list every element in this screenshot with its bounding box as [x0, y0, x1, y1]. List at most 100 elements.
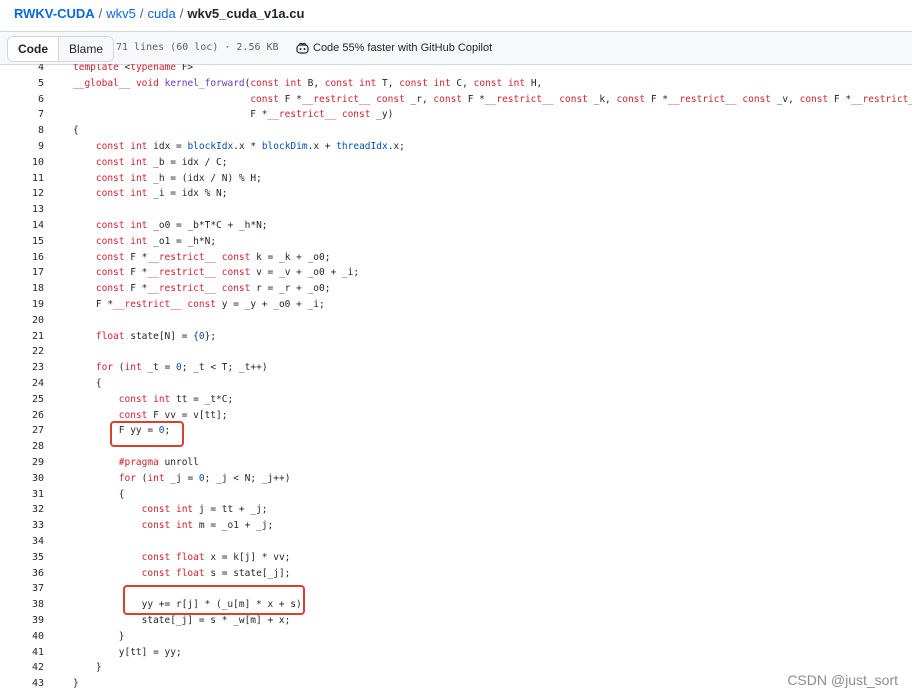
- line-number[interactable]: 11: [0, 171, 44, 187]
- line-number[interactable]: 17: [0, 265, 44, 281]
- line-number[interactable]: 21: [0, 329, 44, 345]
- code-line: 14 const int _o0 = _b*T*C + _h*N;: [0, 218, 912, 234]
- code-text: const F *__restrict__ const k = _k + _o0…: [95, 251, 331, 263]
- code-line: 12 const int _i = idx % N;: [0, 186, 912, 202]
- code-line: 40 }: [0, 629, 912, 645]
- breadcrumb-separator: /: [98, 6, 103, 21]
- line-number[interactable]: 9: [0, 139, 44, 155]
- line-number[interactable]: 18: [0, 281, 44, 297]
- code-line: 17 const F *__restrict__ const v = _v + …: [0, 265, 912, 281]
- code-text: const int _o1 = _h*N;: [95, 235, 217, 247]
- code-text: for (int _j = 0; _j < N; _j++): [118, 472, 291, 484]
- line-number[interactable]: 29: [0, 455, 44, 471]
- code-text: const int j = tt + _j;: [141, 504, 268, 516]
- tab-blame[interactable]: Blame: [59, 37, 114, 61]
- code-text: y[tt] = yy;: [73, 646, 182, 658]
- line-number[interactable]: 5: [0, 76, 44, 92]
- code-line: 23 for (int _t = 0; _t < T; _t++): [0, 360, 912, 376]
- copilot-icon: [296, 42, 309, 54]
- line-number[interactable]: 37: [0, 581, 44, 597]
- code-text: F *__restrict__ const y = _y + _o0 + _i;: [73, 299, 325, 310]
- line-number[interactable]: 25: [0, 392, 44, 408]
- code-line: 29 #pragma unroll: [0, 455, 912, 471]
- line-number[interactable]: 38: [0, 597, 44, 613]
- line-number[interactable]: 6: [0, 92, 44, 108]
- line-number[interactable]: 42: [0, 660, 44, 676]
- line-number[interactable]: 24: [0, 376, 44, 392]
- line-number[interactable]: 39: [0, 613, 44, 629]
- line-number[interactable]: 31: [0, 487, 44, 503]
- code-line: 10 const int _b = idx / C;: [0, 155, 912, 171]
- line-number[interactable]: 33: [0, 518, 44, 534]
- code-text: __global__ void kernel_forward(const int…: [73, 77, 543, 89]
- code-text: const F *__restrict__ const v = _v + _o0…: [95, 267, 360, 279]
- line-number[interactable]: 14: [0, 218, 44, 234]
- line-number[interactable]: 43: [0, 676, 44, 692]
- code-text: for (int _t = 0; _t < T; _t++): [95, 362, 268, 374]
- line-number[interactable]: 12: [0, 186, 44, 202]
- code-line: 11 const int _h = (idx / N) % H;: [0, 171, 912, 187]
- line-number[interactable]: 13: [0, 202, 44, 218]
- code-line: 33 const int m = _o1 + _j;: [0, 518, 912, 534]
- code-line: 32 const int j = tt + _j;: [0, 502, 912, 518]
- breadcrumb-folder-cuda[interactable]: cuda: [148, 6, 176, 21]
- code-line: 31 {: [0, 487, 912, 503]
- code-line: 4 template <typename F>: [0, 64, 912, 76]
- line-number[interactable]: 4: [0, 64, 44, 76]
- code-text: state[_j] = s * _w[m] + x;: [73, 615, 291, 626]
- code-line: 21 float state[N] = {0};: [0, 329, 912, 345]
- code-line: 39 state[_j] = s * _w[m] + x;: [0, 613, 912, 629]
- code-text: const int _o0 = _b*T*C + _h*N;: [95, 220, 268, 231]
- code-text: {: [73, 378, 102, 389]
- code-text: const F *__restrict__ const r = _r + _o0…: [95, 283, 331, 295]
- line-number[interactable]: 35: [0, 550, 44, 566]
- code-line: 20: [0, 313, 912, 329]
- code-text: const int tt = _t*C;: [118, 393, 234, 405]
- code-text: const int _i = idx % N;: [95, 188, 228, 200]
- tab-code[interactable]: Code: [8, 37, 59, 61]
- code-line: 7 F *__restrict__ const _y): [0, 107, 912, 123]
- line-number[interactable]: 20: [0, 313, 44, 329]
- line-number[interactable]: 36: [0, 566, 44, 582]
- code-line: 18 const F *__restrict__ const r = _r + …: [0, 281, 912, 297]
- line-number[interactable]: 26: [0, 408, 44, 424]
- file-meta: 71 lines (60 loc) · 2.56 KB: [116, 42, 279, 53]
- line-number[interactable]: 16: [0, 250, 44, 266]
- line-number[interactable]: 32: [0, 502, 44, 518]
- code-text: {: [73, 125, 79, 137]
- code-line: 42 }: [0, 660, 912, 676]
- line-number[interactable]: 23: [0, 360, 44, 376]
- breadcrumb-file: wkv5_cuda_v1a.cu: [187, 6, 305, 21]
- line-number[interactable]: 30: [0, 471, 44, 487]
- line-number[interactable]: 40: [0, 629, 44, 645]
- line-number[interactable]: 34: [0, 534, 44, 550]
- line-number[interactable]: 22: [0, 344, 44, 360]
- line-number[interactable]: 7: [0, 107, 44, 123]
- line-number[interactable]: 15: [0, 234, 44, 250]
- code-line: 13: [0, 202, 912, 218]
- code-text: {: [73, 488, 125, 500]
- code-text: template <typename F>: [73, 64, 194, 73]
- line-number[interactable]: 8: [0, 123, 44, 139]
- code-text: }: [73, 678, 79, 690]
- code-text: F *__restrict__ const _y): [73, 109, 394, 121]
- line-number[interactable]: 41: [0, 645, 44, 661]
- code-line: 24 {: [0, 376, 912, 392]
- code-line: 16 const F *__restrict__ const k = _k + …: [0, 250, 912, 266]
- breadcrumb-separator: /: [179, 6, 184, 21]
- code-text: }: [73, 662, 102, 674]
- breadcrumb-repo-link[interactable]: RWKV-CUDA: [14, 6, 95, 21]
- highlight-box-line-27: [110, 421, 184, 447]
- line-number[interactable]: 19: [0, 297, 44, 313]
- line-number[interactable]: 27: [0, 423, 44, 439]
- copilot-promo[interactable]: Code 55% faster with GitHub Copilot: [296, 40, 492, 56]
- line-number[interactable]: 10: [0, 155, 44, 171]
- watermark: CSDN @just_sort: [787, 672, 898, 688]
- line-number[interactable]: 28: [0, 439, 44, 455]
- code-text: }: [73, 630, 125, 642]
- code-line: 35 const float x = k[j] * vv;: [0, 550, 912, 566]
- code-line: 6 const F *__restrict__ const _r, const …: [0, 92, 912, 108]
- code-line: 15 const int _o1 = _h*N;: [0, 234, 912, 250]
- code-line: 43}: [0, 676, 912, 692]
- breadcrumb-folder-wkv5[interactable]: wkv5: [106, 6, 136, 21]
